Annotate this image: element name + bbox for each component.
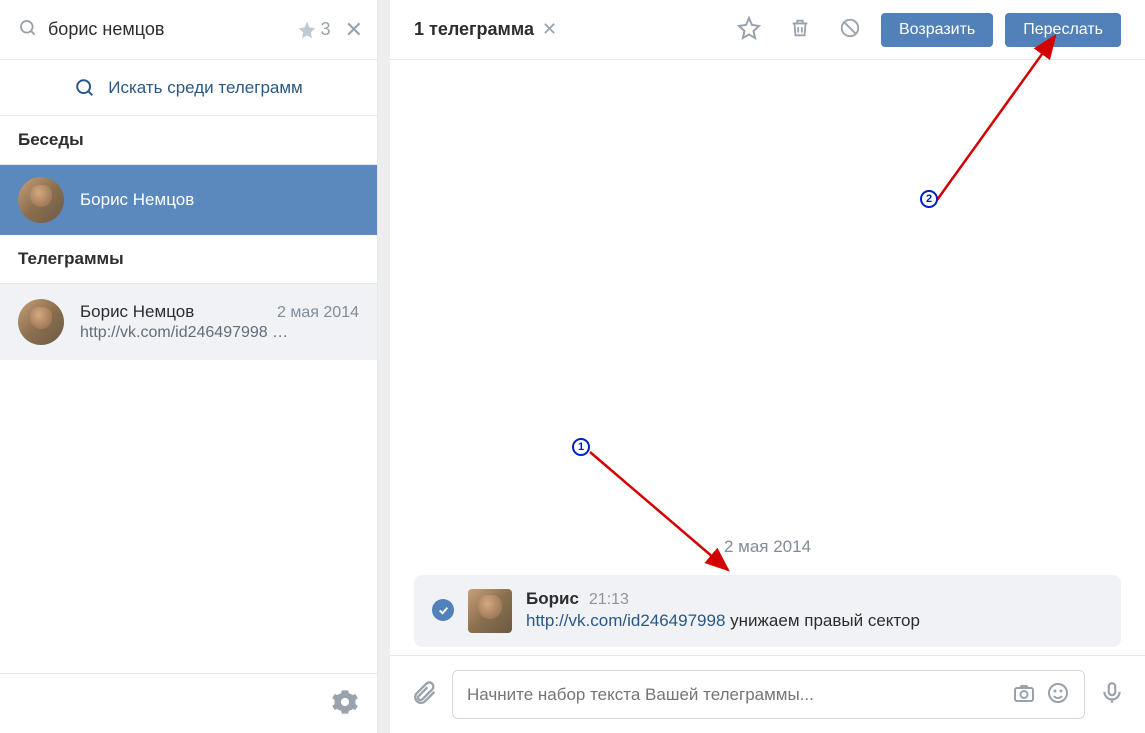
avatar[interactable] xyxy=(468,589,512,633)
message-link[interactable]: http://vk.com/id246497998 xyxy=(526,611,725,630)
message-time: 21:13 xyxy=(589,591,629,609)
conversations-section-header: Беседы xyxy=(0,116,377,165)
sidebar: 3 ✕ Искать среди телеграмм Беседы Борис … xyxy=(0,0,378,733)
clear-selection-icon[interactable]: ✕ xyxy=(542,19,557,40)
forward-button[interactable]: Переслать xyxy=(1005,13,1121,47)
compose-field[interactable] xyxy=(452,670,1085,719)
app-root: 3 ✕ Искать среди телеграмм Беседы Борис … xyxy=(0,0,1145,733)
block-icon[interactable] xyxy=(831,17,869,42)
conversation-area: 2 мая 2014 Борис 21:13 http://vk.com/id2… xyxy=(390,60,1145,655)
reply-button[interactable]: Возразить xyxy=(881,13,993,47)
message-text: http://vk.com/id246497998 унижаем правый… xyxy=(526,611,1103,631)
message-text-content: унижаем правый сектор xyxy=(730,611,920,630)
message-row[interactable]: Борис 21:13 http://vk.com/id246497998 ун… xyxy=(414,575,1121,647)
telegram-sender-name: Борис Немцов xyxy=(80,302,194,322)
search-row: 3 ✕ xyxy=(0,0,377,60)
telegram-info: Борис Немцов 2 мая 2014 http://vk.com/id… xyxy=(80,302,359,342)
trash-icon[interactable] xyxy=(781,17,819,42)
telegram-date: 2 мая 2014 xyxy=(277,304,359,322)
compose-input[interactable] xyxy=(467,685,1002,705)
conversation-header: 1 телеграмма ✕ Возразить Переслать xyxy=(390,0,1145,60)
camera-icon[interactable] xyxy=(1012,681,1036,708)
compose-bar xyxy=(390,655,1145,733)
clear-search-icon[interactable]: ✕ xyxy=(341,17,367,43)
attach-icon[interactable] xyxy=(410,679,438,710)
contact-name: Борис Немцов xyxy=(80,190,194,210)
telegram-preview: http://vk.com/id246497998 … xyxy=(80,324,359,342)
favorites-count[interactable]: 3 xyxy=(297,19,331,40)
telegrams-section-header: Телеграммы xyxy=(0,235,377,284)
avatar xyxy=(18,177,64,223)
message-author[interactable]: Борис xyxy=(526,589,579,609)
telegram-row[interactable]: Борис Немцов 2 мая 2014 http://vk.com/id… xyxy=(0,284,377,360)
main-panel: 1 телеграмма ✕ Возразить Переслать 2 мая… xyxy=(390,0,1145,733)
sidebar-footer xyxy=(0,673,377,733)
contact-row[interactable]: Борис Немцов xyxy=(0,165,377,235)
date-divider: 2 мая 2014 xyxy=(414,537,1121,557)
search-in-telegrams-link[interactable]: Искать среди телеграмм xyxy=(0,60,377,116)
message-body: Борис 21:13 http://vk.com/id246497998 ун… xyxy=(526,589,1103,631)
search-in-telegrams-label: Искать среди телеграмм xyxy=(108,78,303,98)
favorites-count-value: 3 xyxy=(321,19,331,40)
star-icon[interactable] xyxy=(729,16,769,43)
avatar xyxy=(18,299,64,345)
mic-icon[interactable] xyxy=(1099,680,1125,709)
emoji-icon[interactable] xyxy=(1046,681,1070,708)
pane-divider[interactable] xyxy=(378,0,390,733)
gear-icon[interactable] xyxy=(331,688,359,719)
selection-count-label: 1 телеграмма xyxy=(414,19,534,40)
search-input[interactable] xyxy=(48,19,287,40)
search-icon xyxy=(18,18,38,41)
selected-check-icon[interactable] xyxy=(432,599,454,621)
